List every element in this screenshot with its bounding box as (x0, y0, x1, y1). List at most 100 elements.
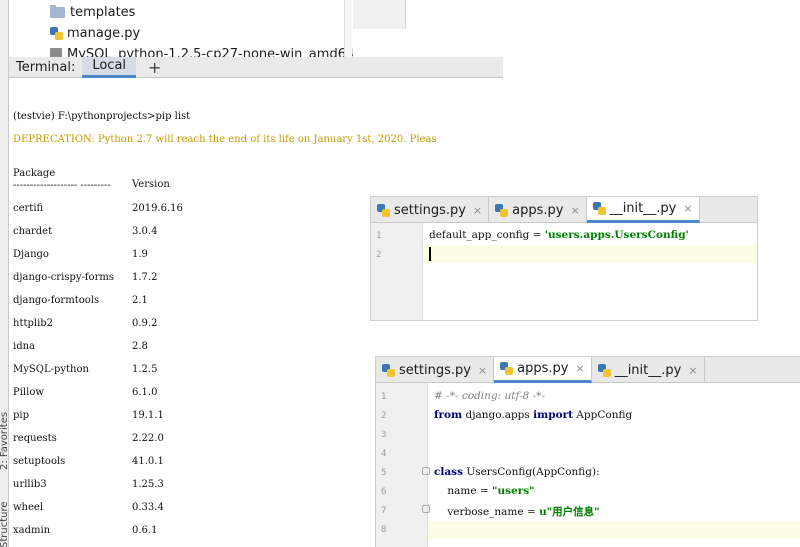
package-version: 1.9 (132, 249, 148, 260)
code-line-1: # -*- coding: utf-8 -*- (434, 390, 545, 402)
line-number: 7 (381, 506, 387, 516)
tab-init-py[interactable]: __init__.py × (592, 357, 705, 383)
package-name: idna (13, 341, 36, 352)
package-version: 2.8 (132, 341, 148, 352)
package-name: MySQL-python (13, 364, 89, 375)
code-line-6: name = "users" (434, 485, 535, 497)
code-line-7: verbose_name = u"用户信息" (434, 504, 599, 519)
code-string: 'users.apps.UsersConfig' (544, 229, 689, 241)
package-version: 3.0.4 (132, 226, 158, 237)
editor-window-apps: settings.py × apps.py × __init__.py × 1 … (375, 356, 800, 547)
package-name: certifi (13, 203, 44, 214)
close-icon[interactable]: × (570, 204, 579, 217)
close-icon[interactable]: × (683, 202, 692, 215)
fold-toggle-icon[interactable] (422, 467, 430, 475)
package-name: Pillow (13, 387, 44, 398)
editor-window-init: settings.py × apps.py × __init__.py × 1 … (370, 196, 758, 321)
terminal-prompt: (testvie) F:\pythonprojects>pip list (13, 111, 191, 122)
python-file-icon (377, 203, 390, 217)
line-number: 1 (381, 392, 387, 402)
tab-label: apps.py (517, 361, 569, 376)
line-number: 2 (376, 250, 382, 260)
line-number: 3 (381, 430, 387, 440)
header-package: Package (13, 168, 56, 179)
line-number: 4 (381, 449, 387, 459)
tab-apps-py[interactable]: apps.py × (494, 357, 592, 383)
code-line-2: from django.apps import AppConfig (434, 409, 632, 421)
close-icon[interactable]: × (688, 364, 697, 377)
package-version: 1.2.5 (132, 364, 158, 375)
tree-item-whl[interactable]: MySQL_python-1.2.5-cp27-none-win_amd64.w… (50, 44, 353, 57)
tree-item-label: MySQL_python-1.2.5-cp27-none-win_amd64.w… (67, 46, 353, 58)
package-version: 0.6.1 (132, 525, 158, 536)
line-number: 6 (381, 487, 387, 497)
code-string: "users" (492, 485, 535, 497)
package-version: 2.1 (132, 295, 148, 306)
tab-settings-py[interactable]: settings.py × (371, 197, 490, 223)
code-comment: # -*- coding: utf-8 -*- (434, 390, 545, 402)
package-name: setuptools (13, 456, 66, 467)
text-caret (429, 247, 431, 261)
package-name: wheel (13, 502, 44, 513)
code-text: AppConfig (572, 409, 633, 421)
package-version: 1.25.3 (132, 479, 164, 490)
close-icon[interactable]: × (575, 362, 584, 375)
editor-area-top (406, 0, 502, 57)
package-name: django-crispy-forms (13, 272, 114, 283)
package-version: 2019.6.16 (132, 203, 183, 214)
close-icon[interactable]: × (478, 364, 487, 377)
package-name: pip (13, 410, 30, 421)
tree-item-manage-py[interactable]: manage.py (50, 23, 140, 43)
package-name: Django (13, 249, 49, 260)
tree-item-templates[interactable]: templates (50, 2, 135, 22)
tab-label: apps.py (512, 202, 564, 218)
code-text: default_app_config = (429, 229, 545, 241)
code-line-5: class UsersConfig(AppConfig): (434, 466, 600, 478)
code-line-1: default_app_config = 'users.apps.UsersCo… (429, 229, 689, 241)
tab-label: __init__.py (614, 362, 682, 378)
package-name: urllib3 (13, 479, 47, 490)
archive-file-icon (50, 47, 62, 57)
tab-apps-py[interactable]: apps.py × (489, 197, 587, 223)
terminal-title: Terminal: (16, 59, 76, 75)
code-text: django.apps (462, 409, 534, 421)
tab-init-py[interactable]: __init__.py × (586, 197, 700, 223)
line-number-gutter: 1 2 (371, 223, 423, 320)
python-file-icon (592, 202, 606, 215)
code-keyword: from (434, 409, 463, 421)
header-version: Version (132, 179, 170, 190)
package-name: xadmin (13, 525, 51, 536)
terminal-tab-local[interactable]: Local (82, 56, 137, 78)
package-name: requests (13, 433, 57, 444)
terminal-table-header: Package Version (13, 157, 170, 190)
project-tree: templates manage.py MySQL_python-1.2.5-c… (9, 0, 353, 57)
fold-toggle-icon[interactable] (422, 505, 430, 513)
tree-item-label: manage.py (67, 25, 141, 41)
terminal-warning: DEPRECATION: Python 2.7 will reach the e… (13, 134, 437, 145)
python-file-icon (382, 363, 395, 377)
terminal-separator: ------------------- --------- (13, 180, 111, 191)
close-icon[interactable]: × (473, 204, 482, 217)
editor-tabs: settings.py × apps.py × __init__.py × (376, 357, 800, 383)
package-name: httplib2 (13, 318, 54, 329)
terminal-header: Terminal: Local + (9, 56, 503, 78)
left-tool-strip: 2: Favorites Structure (0, 0, 10, 547)
code-area[interactable]: # -*- coding: utf-8 -*- from django.apps… (422, 383, 800, 547)
add-terminal-icon[interactable]: + (148, 58, 161, 77)
code-text: verbose_name = (434, 506, 540, 518)
python-file-icon (500, 362, 514, 375)
folder-icon (50, 4, 65, 18)
code-area[interactable]: default_app_config = 'users.apps.UsersCo… (423, 223, 757, 320)
package-version: 2.22.0 (132, 433, 164, 444)
line-number-gutter: 1 2 3 4 5 6 7 8 (376, 383, 428, 547)
tree-scrollbar[interactable] (344, 0, 352, 57)
tab-label: settings.py (399, 362, 471, 378)
line-number: 8 (381, 525, 387, 535)
current-line-highlight (423, 245, 757, 263)
current-line-highlight (428, 521, 800, 539)
code-keyword: import (533, 409, 573, 421)
editor-tabs: settings.py × apps.py × __init__.py × (371, 197, 757, 223)
line-number: 2 (381, 411, 387, 421)
tab-settings-py[interactable]: settings.py × (376, 357, 495, 383)
code-text: UsersConfig(AppConfig): (463, 466, 600, 478)
